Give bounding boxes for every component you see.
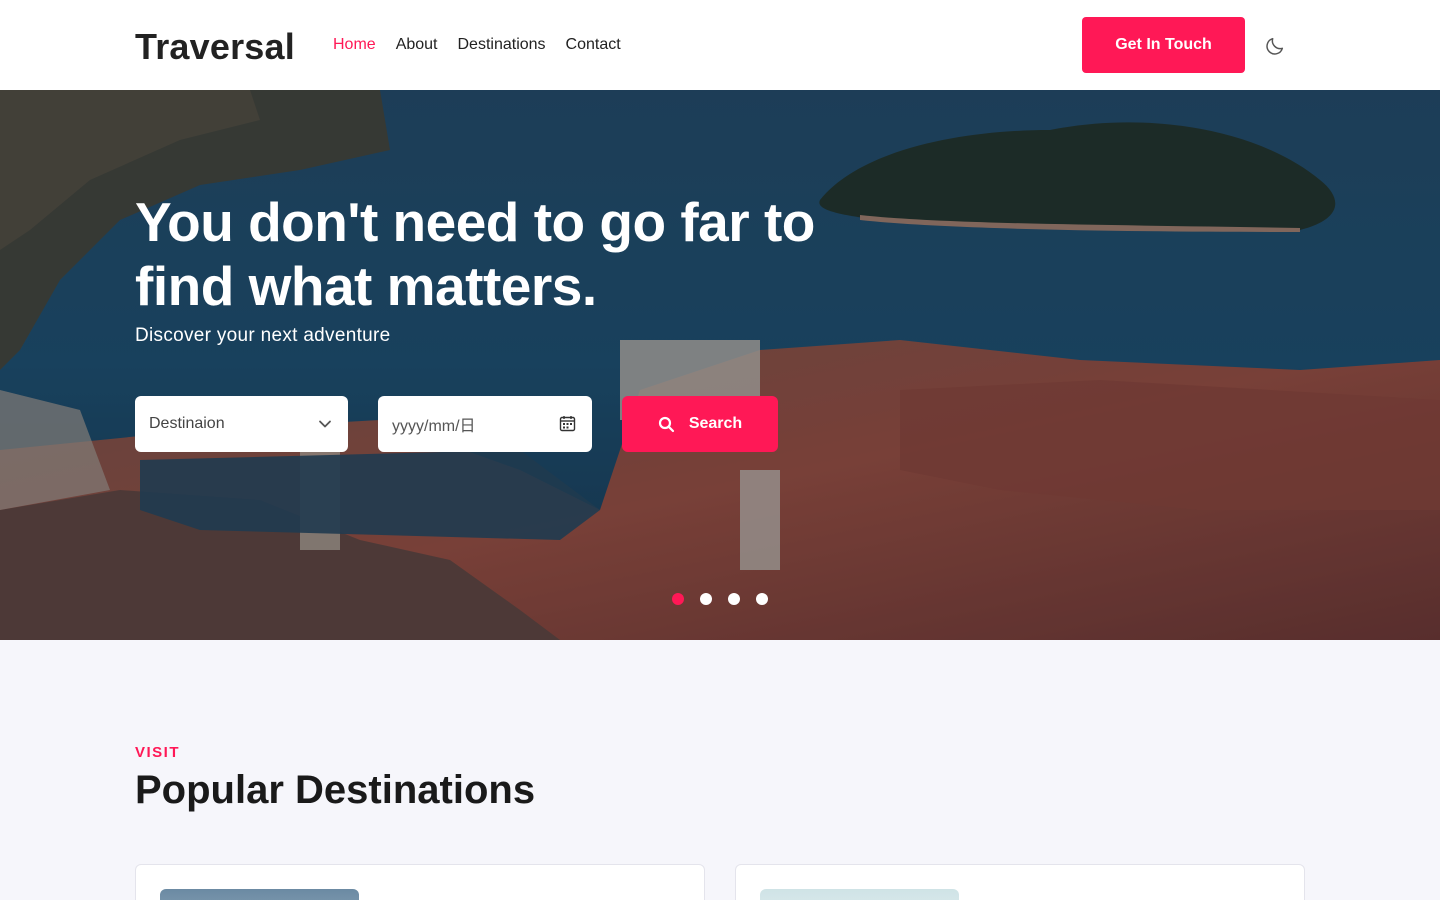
search-icon (658, 416, 674, 432)
carousel-dot-2[interactable] (700, 593, 712, 605)
destination-select-value: Destinaion (149, 415, 225, 432)
search-button[interactable]: Search (622, 396, 778, 452)
hero-subtitle: Discover your next adventure (135, 325, 391, 346)
section-eyebrow: VISIT (135, 744, 181, 761)
hero-overlay (0, 90, 1440, 640)
destination-card[interactable] (135, 864, 705, 900)
hero-title-line-2: find what matters. (135, 255, 597, 317)
hero-title: You don't need to go far to find what ma… (135, 190, 835, 318)
carousel-dot-3[interactable] (728, 593, 740, 605)
nav-home[interactable]: Home (333, 36, 376, 54)
carousel-dot-1[interactable] (672, 593, 684, 605)
date-input-placeholder: yyyy/mm/日 (392, 418, 476, 435)
date-input[interactable]: yyyy/mm/日 (378, 396, 592, 452)
moon-icon (1266, 37, 1284, 55)
nav-about[interactable]: About (396, 36, 438, 54)
get-in-touch-button[interactable]: Get In Touch (1082, 17, 1245, 73)
hero-section: You don't need to go far to find what ma… (0, 90, 1440, 640)
theme-toggle-button[interactable] (1262, 33, 1288, 59)
main-nav: Home About Destinations Contact (333, 36, 621, 54)
site-header: Traversal Home About Destinations Contac… (0, 0, 1440, 90)
destination-card[interactable] (735, 864, 1305, 900)
calendar-icon[interactable] (559, 415, 576, 432)
section-title: Popular Destinations (135, 768, 536, 812)
nav-destinations[interactable]: Destinations (458, 36, 546, 54)
destination-select[interactable]: Destinaion (135, 396, 348, 452)
chevron-down-icon (319, 420, 331, 428)
hero-title-line-1: You don't need to go far to (135, 191, 815, 253)
destination-card-image (760, 889, 959, 900)
carousel-indicators (672, 593, 768, 605)
search-button-label: Search (688, 415, 743, 432)
nav-contact[interactable]: Contact (566, 36, 621, 54)
site-logo[interactable]: Traversal (135, 26, 295, 68)
destination-card-image (160, 889, 359, 900)
carousel-dot-4[interactable] (756, 593, 768, 605)
